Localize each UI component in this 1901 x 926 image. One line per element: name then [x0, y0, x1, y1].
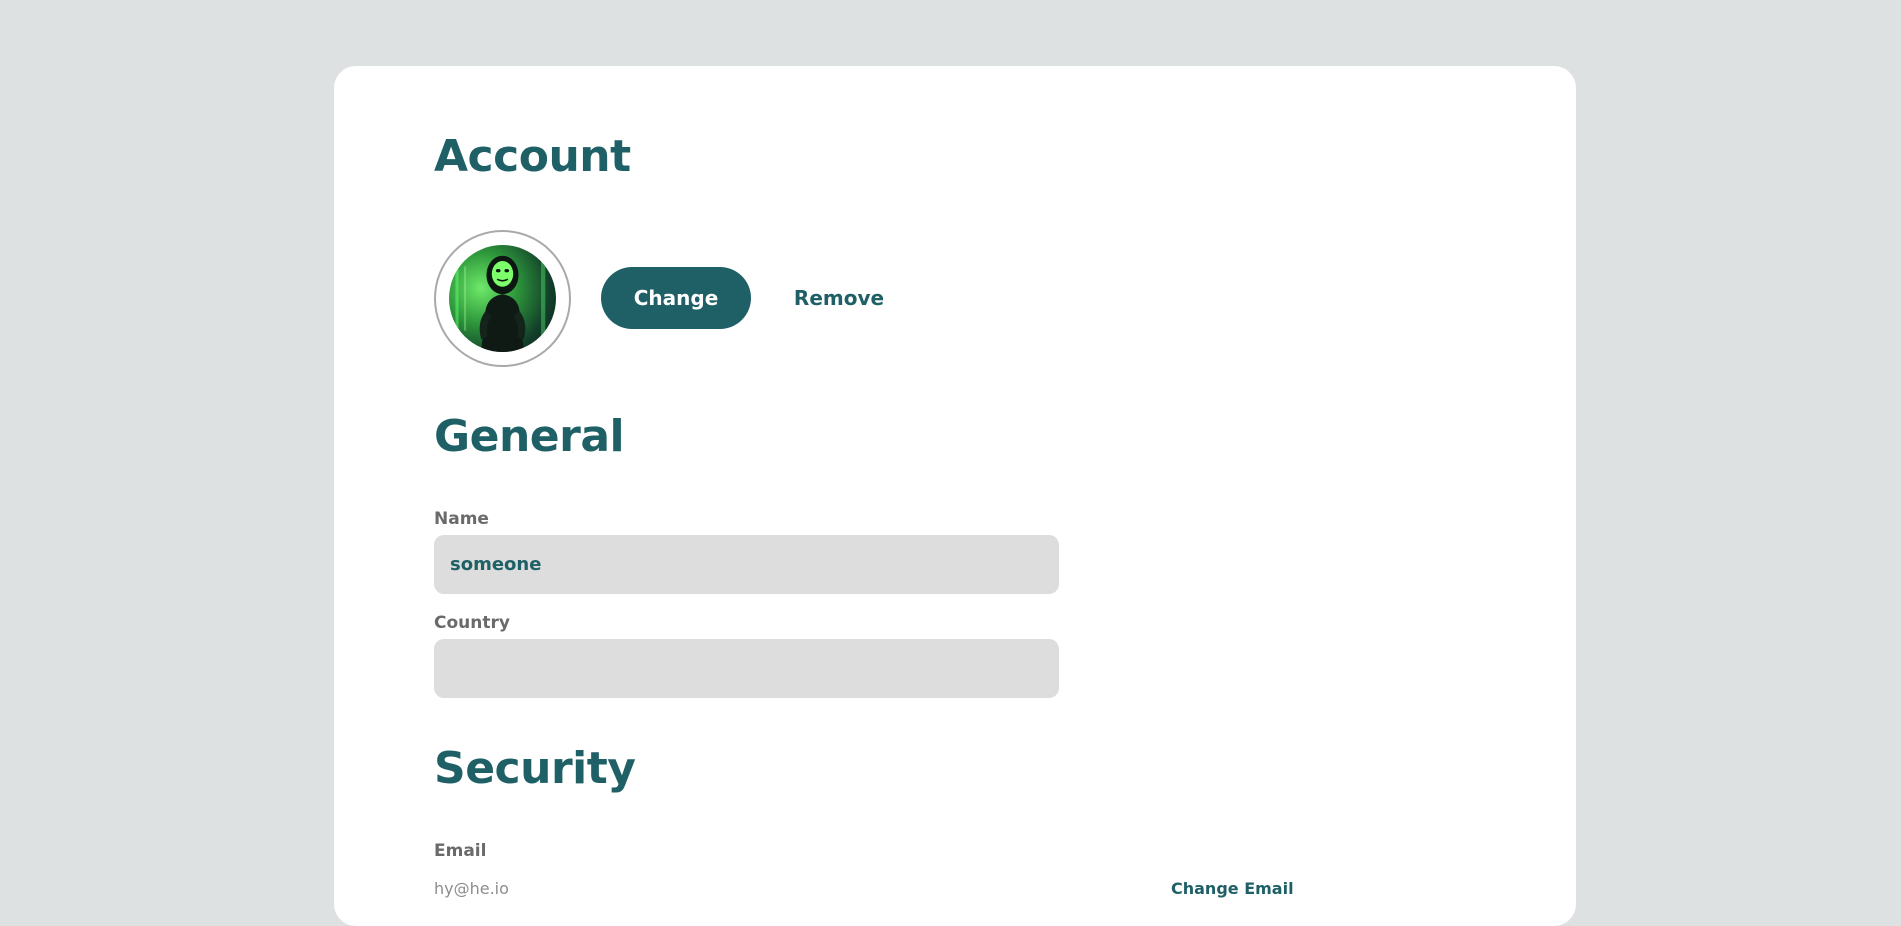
country-field[interactable] [434, 639, 1059, 698]
avatar [449, 245, 556, 352]
name-field[interactable] [434, 535, 1059, 594]
security-title: Security [434, 743, 636, 794]
email-value: hy@he.io [434, 879, 509, 898]
remove-avatar-button[interactable]: Remove [774, 267, 904, 329]
profile-photo-icon [455, 250, 546, 352]
general-title: General [434, 411, 625, 462]
account-title: Account [434, 131, 631, 182]
settings-card: Account Change Remove General Name someo… [334, 66, 1576, 926]
change-email-link[interactable]: Change Email [1171, 879, 1294, 898]
country-label: Country [434, 613, 510, 633]
email-label: Email [434, 841, 487, 861]
avatar-frame [434, 230, 571, 367]
change-avatar-button[interactable]: Change [601, 267, 751, 329]
name-label: Name [434, 509, 489, 529]
